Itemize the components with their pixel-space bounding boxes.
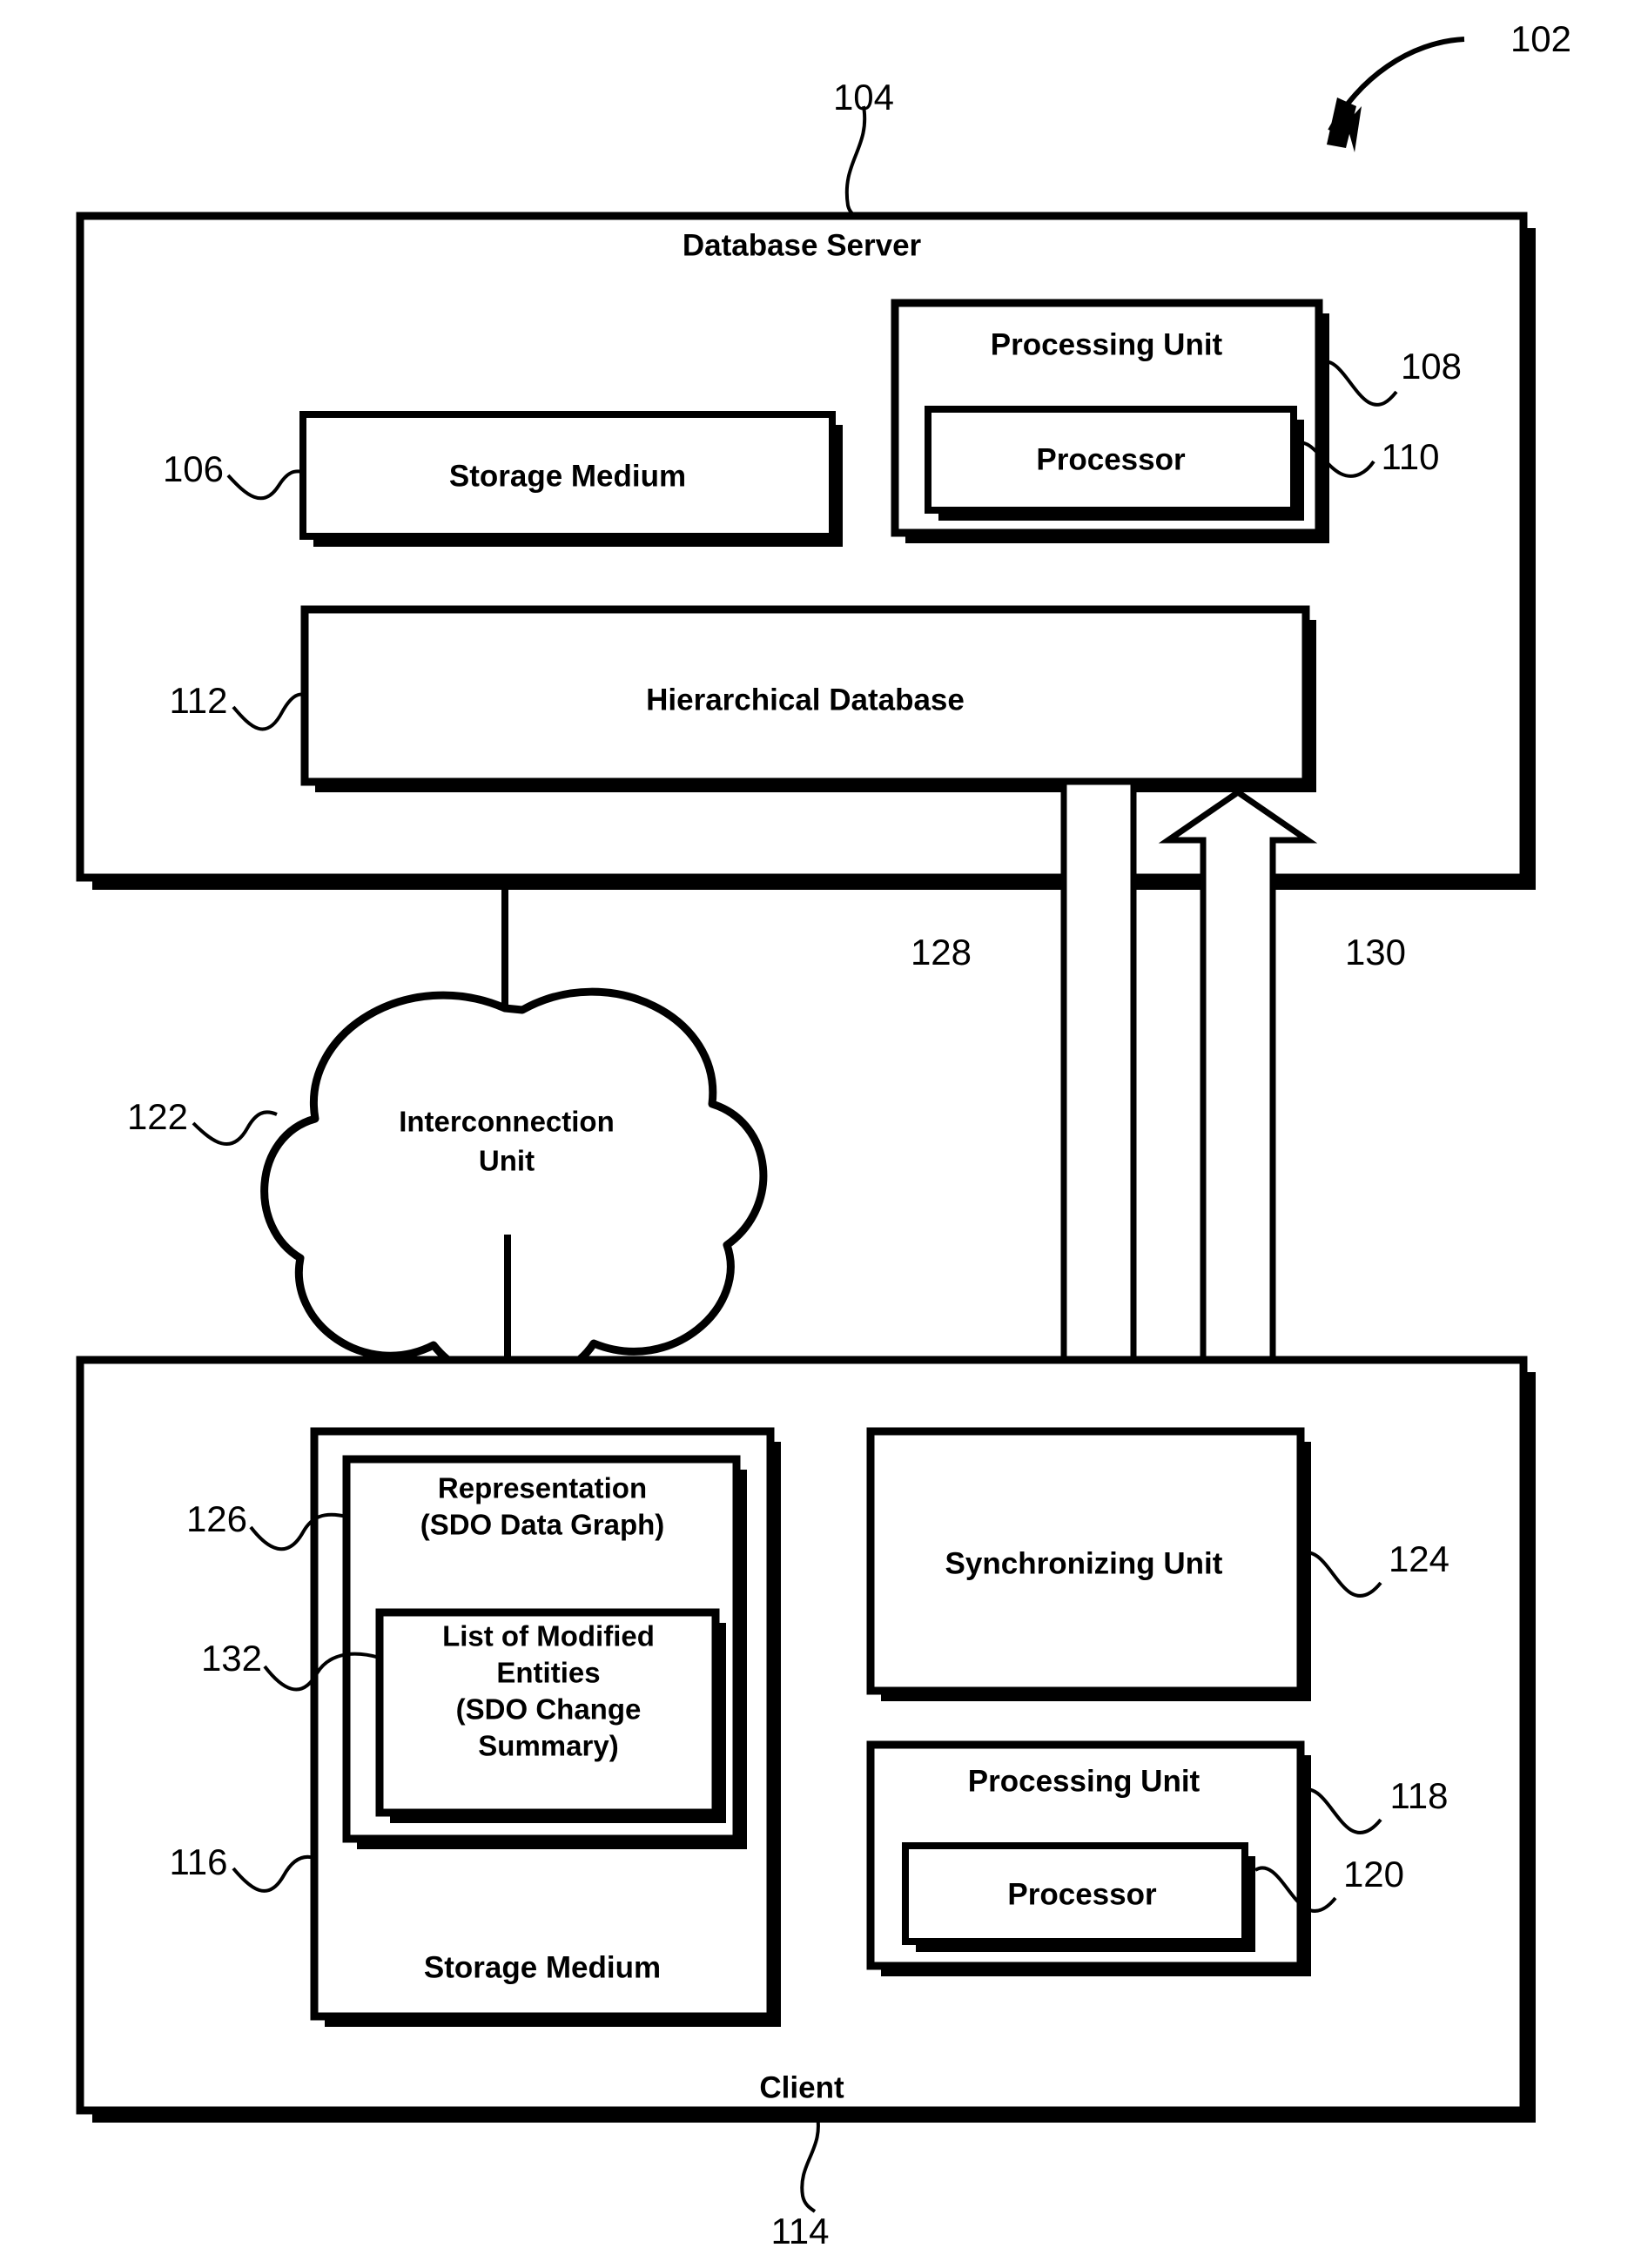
ref-130: 130 — [1345, 932, 1406, 972]
modified-entities-label-line3: (SDO Change — [456, 1693, 642, 1726]
interconnection-unit-label-line1: Interconnection — [399, 1106, 615, 1138]
client-processing-unit-label: Processing Unit — [968, 1764, 1200, 1798]
ref-120: 120 — [1343, 1854, 1404, 1894]
representation-label-line2: (SDO Data Graph) — [420, 1509, 665, 1541]
client-ref-leader — [800, 2111, 820, 2213]
representation-label-line1: Representation — [438, 1472, 647, 1504]
ref-118: 118 — [1390, 1775, 1449, 1816]
diagram-svg: Database Server Storage Medium Processin… — [76, 18, 1571, 2251]
ref-108: 108 — [1401, 346, 1462, 387]
modified-entities-label-line1: List of Modified — [442, 1620, 655, 1652]
ref-116: 116 — [170, 1841, 228, 1882]
ref-102: 102 — [1510, 18, 1571, 59]
ref-126: 126 — [186, 1498, 247, 1539]
synchronizing-unit-label: Synchronizing Unit — [945, 1546, 1223, 1580]
ref-114: 114 — [771, 2211, 830, 2251]
client-title: Client — [759, 2070, 844, 2104]
client-box — [76, 1356, 1536, 2123]
hierarchical-database-label: Hierarchical Database — [646, 683, 965, 717]
ref-128: 128 — [911, 932, 972, 972]
ref-132: 132 — [201, 1638, 262, 1679]
server-processor-label: Processor — [1036, 442, 1186, 476]
ref-122: 122 — [127, 1096, 188, 1137]
client-processor-label: Processor — [1007, 1877, 1157, 1911]
database-server-title: Database Server — [683, 228, 922, 262]
ref-104: 104 — [833, 77, 894, 118]
ref-106: 106 — [163, 448, 224, 489]
client-storage-medium-label: Storage Medium — [424, 1950, 661, 1984]
system-arrow-icon — [1327, 37, 1465, 152]
server-storage-medium-label: Storage Medium — [449, 459, 686, 493]
interconnection-ref-leader — [192, 1110, 278, 1147]
interconnection-unit-label-line2: Unit — [479, 1145, 535, 1177]
patent-figure-canvas: Database Server Storage Medium Processin… — [0, 0, 1641, 2268]
server-processing-unit-label: Processing Unit — [991, 327, 1223, 361]
modified-entities-label-line4: Summary) — [478, 1730, 618, 1762]
ref-110: 110 — [1382, 436, 1440, 477]
ref-112: 112 — [170, 680, 228, 721]
interconnection-unit-cloud — [260, 987, 768, 1387]
ref-124: 124 — [1389, 1538, 1449, 1579]
server-ref-leader — [844, 105, 867, 218]
modified-entities-label-line2: Entities — [496, 1657, 600, 1689]
